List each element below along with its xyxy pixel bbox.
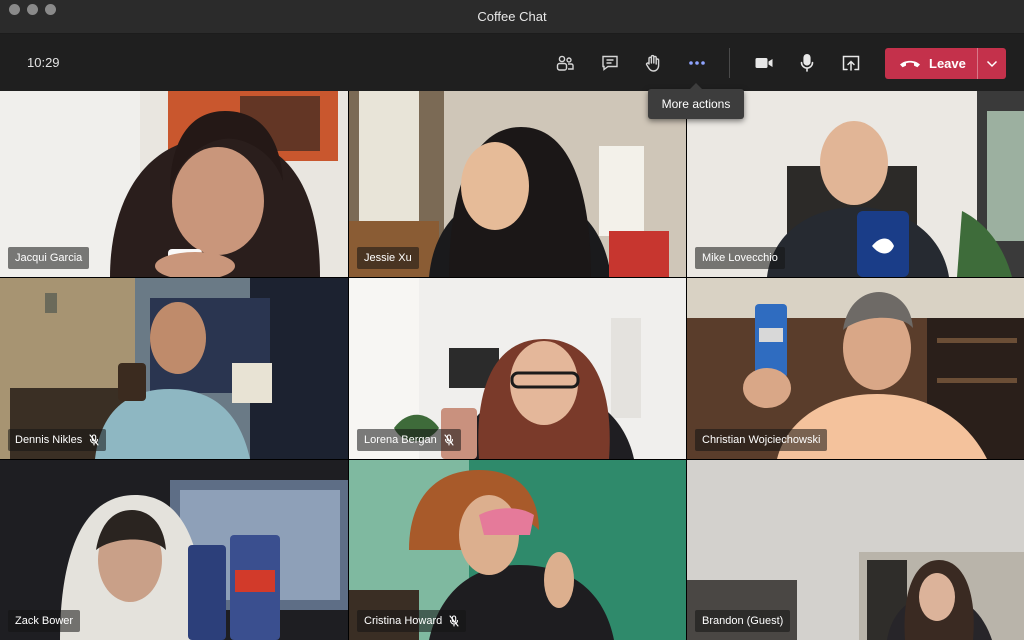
more-actions-tooltip: More actions bbox=[648, 83, 744, 119]
video-tile[interactable]: Jessie Xu bbox=[349, 91, 686, 277]
participant-name: Mike Lovecchio bbox=[702, 252, 778, 264]
participant-name: Dennis Nikles bbox=[15, 434, 83, 446]
participant-name: Zack Bower bbox=[15, 615, 74, 627]
video-tile[interactable]: Brandon (Guest) bbox=[687, 460, 1024, 640]
toolbar-divider bbox=[729, 48, 730, 78]
participant-name: Brandon (Guest) bbox=[702, 615, 784, 627]
share-screen-button[interactable] bbox=[838, 50, 864, 76]
chevron-down-icon bbox=[986, 60, 998, 67]
meeting-timer: 10:29 bbox=[27, 55, 60, 70]
video-tile[interactable]: Dennis Nikles bbox=[0, 278, 348, 459]
meeting-toolbar: 10:29 Leave bbox=[0, 34, 1024, 91]
leave-call-button[interactable]: Leave bbox=[885, 48, 977, 79]
participant-name-chip: Cristina Howard bbox=[357, 610, 467, 632]
video-grid: Jacqui Garcia Jessie Xu Mike Lovecchio D… bbox=[0, 91, 1024, 640]
more-actions-icon bbox=[689, 61, 705, 65]
participant-name: Christian Wojciechowski bbox=[702, 434, 821, 446]
participant-name: Jessie Xu bbox=[364, 252, 412, 264]
chat-button[interactable] bbox=[597, 50, 623, 76]
video-tile[interactable]: Zack Bower bbox=[0, 460, 348, 640]
leave-button[interactable]: Leave bbox=[885, 48, 1006, 79]
participant-name-chip: Jessie Xu bbox=[357, 247, 419, 269]
window-titlebar: Coffee Chat bbox=[0, 0, 1024, 34]
participant-name-chip: Dennis Nikles bbox=[8, 429, 107, 451]
participant-name-chip: Christian Wojciechowski bbox=[695, 429, 828, 451]
mic-off-icon bbox=[89, 434, 99, 446]
participant-name-chip: Zack Bower bbox=[8, 610, 81, 632]
participant-name: Cristina Howard bbox=[364, 615, 443, 627]
participant-name: Jacqui Garcia bbox=[15, 252, 83, 264]
participant-name: Lorena Bergan bbox=[364, 434, 437, 446]
participants-button[interactable] bbox=[552, 50, 578, 76]
window-title: Coffee Chat bbox=[477, 9, 547, 24]
raise-hand-button[interactable] bbox=[640, 50, 666, 76]
leave-label: Leave bbox=[929, 56, 966, 71]
raise-hand-icon bbox=[645, 54, 660, 72]
microphone-button[interactable] bbox=[794, 50, 820, 76]
mic-off-icon bbox=[449, 615, 459, 627]
video-tile[interactable]: Christian Wojciechowski bbox=[687, 278, 1024, 459]
camera-icon bbox=[755, 58, 773, 68]
video-tile[interactable]: Jacqui Garcia bbox=[0, 91, 348, 277]
camera-button[interactable] bbox=[751, 50, 777, 76]
participant-name-chip: Brandon (Guest) bbox=[695, 610, 791, 632]
chat-icon bbox=[602, 55, 618, 71]
share-screen-icon bbox=[842, 55, 860, 71]
microphone-icon bbox=[800, 53, 814, 72]
hang-up-icon bbox=[900, 60, 920, 67]
mic-off-icon bbox=[444, 434, 454, 446]
participants-icon bbox=[556, 55, 574, 71]
participant-name-chip: Lorena Bergan bbox=[357, 429, 461, 451]
more-actions-button[interactable] bbox=[684, 50, 710, 76]
participant-name-chip: Jacqui Garcia bbox=[8, 247, 90, 269]
participant-name-chip: Mike Lovecchio bbox=[695, 247, 785, 269]
video-tile[interactable]: Lorena Bergan bbox=[349, 278, 686, 459]
video-tile[interactable]: Cristina Howard bbox=[349, 460, 686, 640]
leave-options-button[interactable] bbox=[978, 48, 1006, 79]
